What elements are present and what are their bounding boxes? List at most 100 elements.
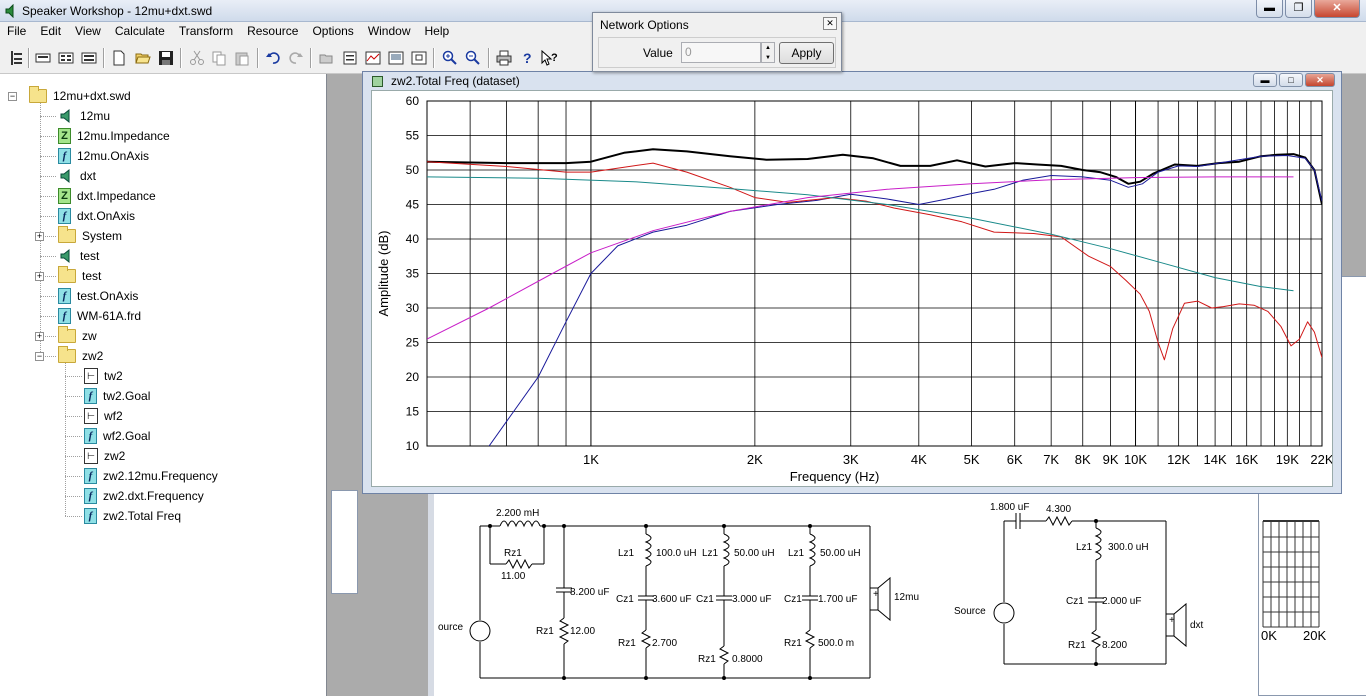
- open-folder-icon[interactable]: [132, 47, 154, 69]
- tree-item[interactable]: f zw2.Total Freq: [84, 506, 181, 526]
- capacitor-value: 1.800 uF: [990, 502, 1030, 513]
- dialog-close-button[interactable]: ✕: [823, 17, 837, 30]
- chart-minimize-button[interactable]: ▬: [1253, 73, 1277, 87]
- restore-button[interactable]: ❐: [1285, 0, 1312, 18]
- tree-item[interactable]: test: [58, 266, 101, 286]
- menu-calculate[interactable]: Calculate: [108, 22, 172, 42]
- y-axis-label: Amplitude (dB): [376, 231, 391, 317]
- spin-up-icon[interactable]: ▲: [762, 43, 774, 53]
- frequency-icon: f: [58, 288, 71, 304]
- x-tick-label: 4K: [911, 452, 927, 467]
- properties-icon[interactable]: [339, 47, 361, 69]
- folder-icon: [58, 226, 76, 243]
- expand-icon[interactable]: +: [35, 232, 44, 241]
- menu-resource[interactable]: Resource: [240, 22, 305, 42]
- zoom-out-icon[interactable]: [462, 47, 484, 69]
- tree-guide-line: [40, 96, 41, 356]
- expand-icon[interactable]: +: [35, 332, 44, 341]
- tree-item[interactable]: f dxt.OnAxis: [58, 206, 135, 226]
- tree-item[interactable]: f tw2.Goal: [84, 386, 150, 406]
- tree-item[interactable]: f test.OnAxis: [58, 286, 138, 306]
- minimize-button[interactable]: ▬: [1256, 0, 1283, 18]
- tree-root[interactable]: − 12mu+dxt.swd: [8, 86, 131, 106]
- tree-item[interactable]: ⊢ wf2: [84, 406, 123, 426]
- chart-canvas[interactable]: 10 15 20 25 30 35 40 45 50 55 60 1K 2K 3K 4K 5K 6K 7K 8K 9K…: [371, 90, 1334, 487]
- y-tick-label: 20: [406, 370, 420, 384]
- tree-item[interactable]: test: [58, 246, 99, 266]
- tree-item[interactable]: f zw2.12mu.Frequency: [84, 466, 218, 486]
- tree-item[interactable]: f WM-61A.frd: [58, 306, 141, 326]
- tree-item[interactable]: 12mu: [58, 106, 110, 126]
- graph-icon[interactable]: [362, 47, 384, 69]
- redo-icon[interactable]: [285, 47, 307, 69]
- help-icon[interactable]: ?: [516, 47, 538, 69]
- tree-item[interactable]: f zw2.dxt.Frequency: [84, 486, 204, 506]
- large-icons-icon[interactable]: [32, 47, 54, 69]
- capacitor-value: 8.200 uF: [570, 587, 610, 598]
- undo-icon[interactable]: [262, 47, 284, 69]
- tree-item[interactable]: dxt: [58, 166, 96, 186]
- app-icon: [5, 4, 14, 18]
- capacitor-label: Cz1: [696, 594, 714, 605]
- print-icon[interactable]: [493, 47, 515, 69]
- open-item-icon[interactable]: [316, 47, 338, 69]
- inductor-value: 50.00 uH: [820, 548, 861, 559]
- background-window[interactable]: [331, 490, 358, 594]
- apply-button[interactable]: Apply: [779, 42, 834, 64]
- collapse-icon[interactable]: −: [35, 352, 44, 361]
- save-icon[interactable]: [155, 47, 177, 69]
- new-file-icon[interactable]: [108, 47, 130, 69]
- zoom-in-icon[interactable]: [439, 47, 461, 69]
- copy-icon[interactable]: [208, 47, 230, 69]
- spin-down-icon[interactable]: ▼: [762, 53, 774, 63]
- tree-item[interactable]: zw: [58, 326, 97, 346]
- details-icon[interactable]: [78, 47, 100, 69]
- tree-view-icon[interactable]: [6, 47, 28, 69]
- tree-guide-line: [40, 296, 56, 297]
- menu-window[interactable]: Window: [361, 22, 418, 42]
- close-button[interactable]: ✕: [1314, 0, 1360, 18]
- value-spinner[interactable]: ▲ ▼: [761, 42, 775, 63]
- tree-item[interactable]: Zdxt.Impedance: [58, 186, 156, 206]
- tree-item[interactable]: Z 12mu.Impedance: [58, 126, 170, 146]
- dataset-icon: [372, 76, 383, 87]
- y-tick-label: 35: [406, 267, 420, 281]
- menu-view[interactable]: View: [68, 22, 108, 42]
- dataset-icon[interactable]: [385, 47, 407, 69]
- chart-close-button[interactable]: ✕: [1305, 73, 1335, 87]
- zoom-window-icon[interactable]: [408, 47, 430, 69]
- chart-maximize-button[interactable]: □: [1279, 73, 1303, 87]
- menu-transform[interactable]: Transform: [172, 22, 240, 42]
- frequency-icon: f: [84, 468, 97, 484]
- speaker-icon: [58, 168, 74, 184]
- speaker-icon: [58, 248, 74, 264]
- capacitor-value: 2.000 uF: [1102, 596, 1142, 607]
- capacitor-value: 1.700 uF: [818, 594, 858, 605]
- collapse-icon[interactable]: −: [8, 91, 17, 101]
- value-input[interactable]: 0: [681, 42, 761, 63]
- menu-edit[interactable]: Edit: [33, 22, 68, 42]
- chart-window[interactable]: zw2.Total Freq (dataset) ▬ □ ✕ 10 15 20 25 3…: [362, 71, 1342, 494]
- circuit-window[interactable]: + + 2.200 mH Rz1 11.00 8.200 uF Rz1 12.0…: [428, 478, 1258, 696]
- expand-icon[interactable]: +: [35, 272, 44, 281]
- menu-file[interactable]: File: [0, 22, 33, 42]
- tree-item[interactable]: ⊢ zw2: [84, 446, 125, 466]
- paste-icon[interactable]: [231, 47, 253, 69]
- tree-item[interactable]: f wf2.Goal: [84, 426, 150, 446]
- menu-help[interactable]: Help: [418, 22, 457, 42]
- tree-item-label: wf2: [104, 409, 123, 423]
- tree-item[interactable]: System: [58, 226, 122, 246]
- context-help-icon[interactable]: ?: [539, 47, 561, 69]
- network-options-dialog[interactable]: Network Options ✕ Value 0 ▲ ▼ Apply: [592, 12, 842, 72]
- tree-item[interactable]: ⊢ tw2: [84, 366, 123, 386]
- tree-item[interactable]: f 12mu.OnAxis: [58, 146, 149, 166]
- frequency-response-chart: 10 15 20 25 30 35 40 45 50 55 60 1K 2K 3K 4K 5K 6K 7K 8K 9K…: [376, 94, 1334, 484]
- capacitor-label: Cz1: [784, 594, 802, 605]
- tree-guide-line: [65, 436, 82, 437]
- list-icons-icon[interactable]: [55, 47, 77, 69]
- project-tree[interactable]: − 12mu+dxt.swd 12mu Z 12mu.Impedance f 12mu.On…: [0, 74, 327, 696]
- cut-icon[interactable]: [186, 47, 208, 69]
- menu-options[interactable]: Options: [305, 22, 360, 42]
- x-axis-label: Frequency (Hz): [790, 469, 880, 484]
- tree-item[interactable]: zw2: [58, 346, 103, 366]
